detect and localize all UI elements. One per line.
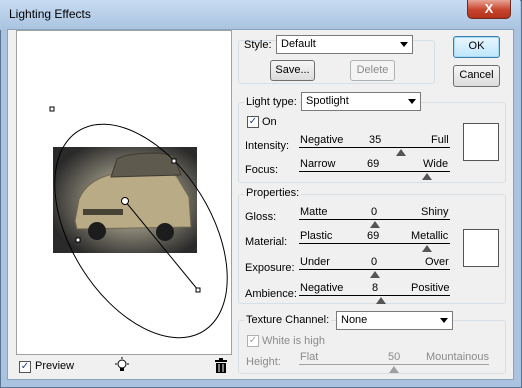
texture-channel-label: Texture Channel: bbox=[244, 314, 332, 326]
texture-channel-dropdown[interactable]: None bbox=[336, 311, 453, 330]
white-is-high-checkbox[interactable]: ✓ bbox=[247, 335, 259, 347]
light-bulb-icon[interactable] bbox=[114, 357, 130, 373]
gloss-left-label: Matte bbox=[300, 206, 328, 218]
ambience-slider-thumb[interactable] bbox=[375, 297, 386, 304]
ellipse-handle-bottom[interactable] bbox=[195, 287, 201, 293]
preview-canvas[interactable] bbox=[17, 31, 231, 354]
ambience-left-label: Negative bbox=[300, 282, 344, 294]
texture-channel-value: None bbox=[341, 314, 368, 326]
exposure-right-label: Over bbox=[425, 256, 449, 268]
chevron-down-icon bbox=[408, 99, 416, 104]
ellipse-handle-left[interactable] bbox=[75, 237, 81, 243]
light-type-dropdown[interactable]: Spotlight bbox=[301, 92, 421, 111]
light-color-swatch[interactable] bbox=[463, 123, 499, 161]
style-value: Default bbox=[281, 38, 316, 50]
close-button[interactable]: X bbox=[467, 0, 511, 19]
material-slider-thumb[interactable] bbox=[421, 245, 432, 252]
preview-label: Preview bbox=[35, 360, 75, 372]
properties-label: Properties: bbox=[244, 187, 302, 199]
light-on-checkbox[interactable]: ✓ bbox=[247, 116, 259, 128]
height-slider-thumb[interactable] bbox=[389, 366, 399, 373]
material-left-label: Plastic bbox=[300, 230, 333, 242]
exposure-value: 0 bbox=[371, 256, 378, 268]
ambience-label: Ambience: bbox=[245, 288, 297, 300]
focus-value: 69 bbox=[367, 158, 380, 170]
intensity-right-label: Full bbox=[431, 134, 449, 146]
height-right-label: Mountainous bbox=[426, 351, 489, 363]
light-center-handle[interactable] bbox=[121, 197, 129, 205]
focus-slider-thumb[interactable] bbox=[421, 173, 432, 180]
intensity-slider-track[interactable] bbox=[299, 147, 450, 148]
preview-checkbox[interactable]: ✓ bbox=[19, 361, 31, 373]
chevron-down-icon bbox=[440, 318, 448, 323]
intensity-slider-thumb[interactable] bbox=[395, 149, 406, 156]
white-is-high-label: White is high bbox=[262, 335, 325, 347]
ambience-slider-track[interactable] bbox=[299, 295, 450, 296]
material-value: 69 bbox=[367, 230, 380, 242]
exposure-slider-thumb[interactable] bbox=[369, 271, 380, 278]
height-left-label: Flat bbox=[300, 351, 319, 363]
ellipse-handle-right[interactable] bbox=[171, 158, 177, 164]
height-value: 50 bbox=[388, 351, 401, 363]
exposure-slider-track[interactable] bbox=[299, 269, 450, 270]
cancel-button[interactable]: Cancel bbox=[453, 65, 500, 87]
intensity-value: 35 bbox=[369, 134, 382, 146]
style-label: Style: bbox=[244, 39, 272, 51]
ellipse-handle-top[interactable] bbox=[49, 106, 55, 112]
delete-button[interactable]: Delete bbox=[350, 60, 395, 81]
style-dropdown[interactable]: Default bbox=[276, 35, 413, 54]
ambience-right-label: Positive bbox=[411, 282, 450, 294]
material-label: Material: bbox=[245, 236, 288, 248]
gloss-value: 0 bbox=[371, 206, 378, 218]
material-right-label: Metallic bbox=[411, 230, 449, 242]
ok-button[interactable]: OK bbox=[453, 36, 500, 58]
gloss-label: Gloss: bbox=[245, 211, 277, 223]
save-button[interactable]: Save... bbox=[270, 60, 315, 81]
light-type-value: Spotlight bbox=[306, 95, 349, 107]
intensity-label: Intensity: bbox=[245, 140, 290, 152]
height-slider-track[interactable] bbox=[299, 364, 489, 365]
window-title: Lighting Effects bbox=[9, 7, 91, 21]
trash-icon[interactable] bbox=[214, 358, 228, 374]
exposure-label: Exposure: bbox=[245, 262, 295, 274]
focus-right-label: Wide bbox=[423, 158, 449, 170]
ambience-value: 8 bbox=[372, 282, 379, 294]
gloss-slider-track[interactable] bbox=[299, 219, 450, 220]
focus-slider-track[interactable] bbox=[299, 171, 450, 172]
gloss-right-label: Shiny bbox=[421, 206, 449, 218]
chevron-down-icon bbox=[400, 42, 408, 47]
height-label: Height: bbox=[246, 356, 281, 368]
preview-area[interactable] bbox=[16, 30, 232, 355]
exposure-left-label: Under bbox=[300, 256, 330, 268]
light-type-label: Light type: bbox=[244, 96, 299, 108]
gloss-slider-thumb[interactable] bbox=[369, 221, 380, 228]
ambient-color-swatch[interactable] bbox=[463, 229, 499, 267]
focus-label: Focus: bbox=[245, 164, 279, 176]
focus-left-label: Narrow bbox=[300, 158, 336, 170]
material-slider-track[interactable] bbox=[299, 243, 450, 244]
intensity-left-label: Negative bbox=[300, 134, 344, 146]
light-on-label: On bbox=[262, 116, 277, 128]
